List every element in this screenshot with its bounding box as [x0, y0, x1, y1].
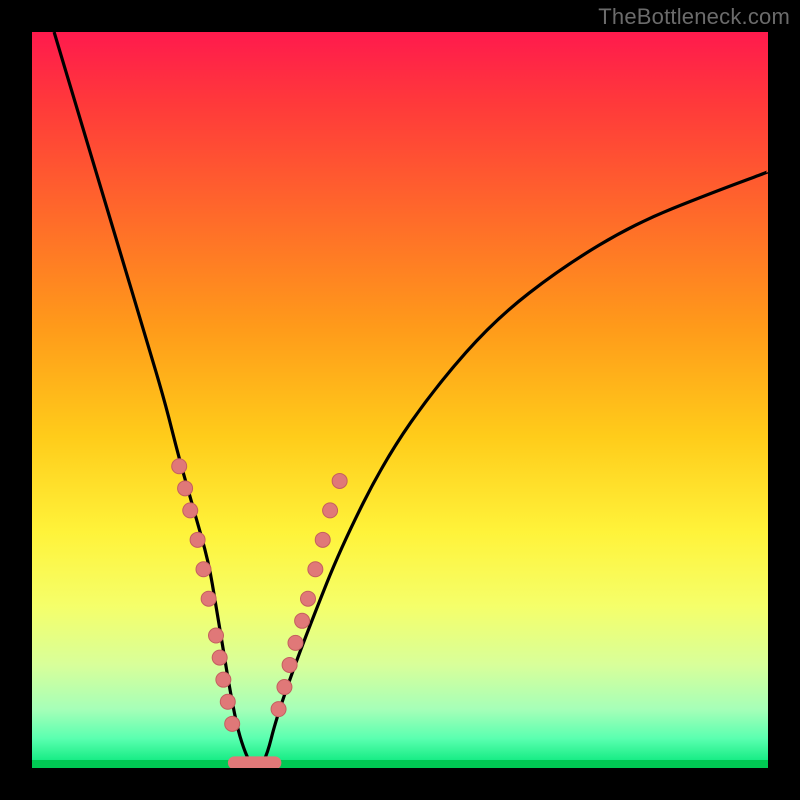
data-marker	[220, 694, 235, 709]
data-marker	[301, 591, 316, 606]
data-marker	[201, 591, 216, 606]
curve-svg	[32, 32, 768, 768]
data-marker	[308, 562, 323, 577]
data-marker	[332, 473, 347, 488]
data-marker	[271, 702, 286, 717]
data-marker	[190, 532, 205, 547]
plot-area	[32, 32, 768, 768]
data-marker	[216, 672, 231, 687]
data-marker	[178, 481, 193, 496]
data-marker	[282, 657, 297, 672]
data-marker	[277, 680, 292, 695]
data-marker	[183, 503, 198, 518]
data-marker	[212, 650, 227, 665]
data-marker	[172, 459, 187, 474]
data-marker	[288, 635, 303, 650]
watermark-text: TheBottleneck.com	[598, 4, 790, 30]
data-marker	[323, 503, 338, 518]
data-marker	[225, 716, 240, 731]
markers-right	[271, 473, 347, 716]
data-marker	[209, 628, 224, 643]
data-marker	[295, 613, 310, 628]
bottleneck-curve	[54, 32, 768, 768]
data-marker	[196, 562, 211, 577]
data-marker	[315, 532, 330, 547]
chart-frame: TheBottleneck.com	[0, 0, 800, 800]
